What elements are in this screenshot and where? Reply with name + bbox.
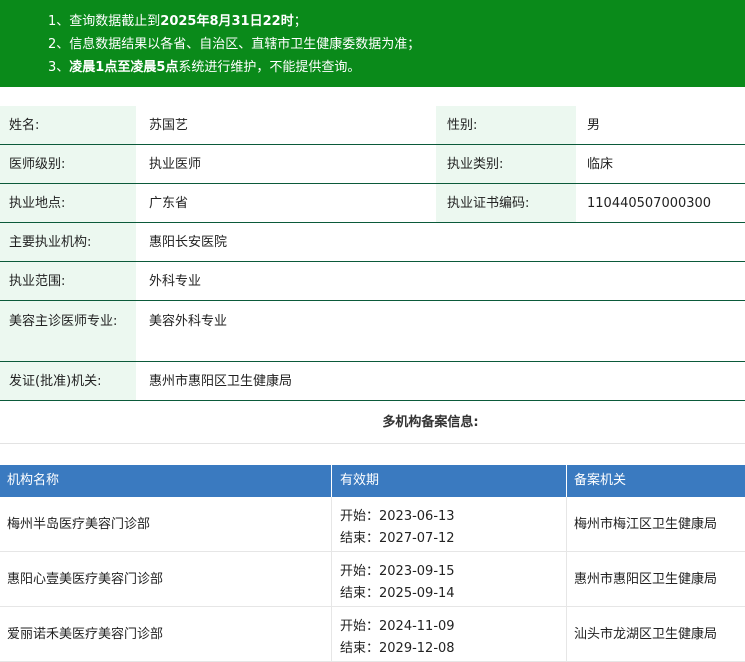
authority-label: 发证(批准)机关:: [0, 362, 136, 400]
row-end-date: 结束：2025-09-14: [340, 586, 455, 601]
row-validity: 开始：2023-06-13 结束：2027-07-12: [331, 497, 566, 551]
doctor-info-table: 姓名: 苏国艺 性别: 男 医师级别: 执业医师 执业类别: 临床 执业地点: …: [0, 106, 745, 401]
table-header: 机构名称 有效期 备案机关: [0, 465, 745, 497]
row-authority: 汕头市龙湖区卫生健康局: [566, 607, 745, 661]
category-label: 执业类别:: [436, 145, 576, 183]
scope-label: 执业范围:: [0, 262, 136, 300]
info-row-level: 医师级别: 执业医师 执业类别: 临床: [0, 145, 745, 184]
gender-value: 男: [587, 118, 601, 133]
row-end-date: 结束：2027-07-12: [340, 531, 455, 546]
header-validity: 有效期: [331, 465, 566, 497]
location-value: 广东省: [149, 196, 189, 211]
level-label: 医师级别:: [0, 145, 136, 183]
info-row-beauty: 美容主诊医师专业: 美容外科专业: [0, 301, 745, 362]
table-row: 梅州半岛医疗美容门诊部 开始：2023-06-13 结束：2027-07-12 …: [0, 497, 745, 552]
level-value: 执业医师: [149, 157, 202, 172]
name-label: 姓名:: [0, 106, 136, 144]
row-authority: 梅州市梅江区卫生健康局: [566, 497, 745, 551]
header-institution-name: 机构名称: [7, 473, 60, 488]
row-authority: 惠州市惠阳区卫生健康局: [566, 552, 745, 606]
notice-line-3: 3、凌晨1点至凌晨5点系统进行维护，不能提供查询。: [48, 60, 361, 75]
gender-label: 性别:: [436, 106, 576, 144]
row-start-date: 开始：2023-09-15: [340, 564, 455, 579]
multi-institution-title: 多机构备案信息:: [0, 402, 745, 444]
row-validity: 开始：2023-09-15 结束：2025-09-14: [331, 552, 566, 606]
beauty-value: 美容外科专业: [149, 314, 228, 329]
table-row: 惠阳心壹美医疗美容门诊部 开始：2023-09-15 结束：2025-09-14…: [0, 552, 745, 607]
institution-value: 惠阳长安医院: [149, 235, 228, 250]
category-value: 临床: [587, 157, 614, 172]
info-row-authority: 发证(批准)机关: 惠州市惠阳区卫生健康局: [0, 362, 745, 401]
scope-value: 外科专业: [149, 274, 202, 289]
header-authority: 备案机关: [566, 465, 745, 497]
beauty-label: 美容主诊医师专业:: [0, 301, 136, 361]
info-row-institution: 主要执业机构: 惠阳长安医院: [0, 223, 745, 262]
institution-label: 主要执业机构:: [0, 223, 136, 261]
location-label: 执业地点:: [0, 184, 136, 222]
info-row-location: 执业地点: 广东省 执业证书编码: 110440507000300: [0, 184, 745, 223]
notice-line-1: 1、查询数据截止到2025年8月31日22时；: [48, 14, 307, 29]
multi-institution-table: 机构名称 有效期 备案机关 梅州半岛医疗美容门诊部 开始：2023-06-13 …: [0, 465, 745, 662]
row-institution-name: 惠阳心壹美医疗美容门诊部: [7, 572, 164, 587]
info-row-scope: 执业范围: 外科专业: [0, 262, 745, 301]
table-row: 爱丽诺禾美医疗美容门诊部 开始：2024-11-09 结束：2029-12-08…: [0, 607, 745, 662]
row-validity: 开始：2024-11-09 结束：2029-12-08: [331, 607, 566, 661]
row-start-date: 开始：2024-11-09: [340, 619, 455, 634]
notice-banner: 1、查询数据截止到2025年8月31日22时； 2、信息数据结果以各省、自治区、…: [0, 0, 745, 87]
row-institution-name: 爱丽诺禾美医疗美容门诊部: [7, 627, 164, 642]
authority-value: 惠州市惠阳区卫生健康局: [149, 374, 293, 389]
row-start-date: 开始：2023-06-13: [340, 509, 455, 524]
name-value: 苏国艺: [149, 118, 189, 133]
cert-value: 110440507000300: [587, 196, 712, 211]
row-end-date: 结束：2029-12-08: [340, 641, 455, 656]
cert-label: 执业证书编码:: [436, 184, 576, 222]
row-institution-name: 梅州半岛医疗美容门诊部: [7, 517, 151, 532]
notice-line-2: 2、信息数据结果以各省、自治区、直辖市卫生健康委数据为准；: [48, 37, 421, 52]
info-row-name: 姓名: 苏国艺 性别: 男: [0, 106, 745, 145]
